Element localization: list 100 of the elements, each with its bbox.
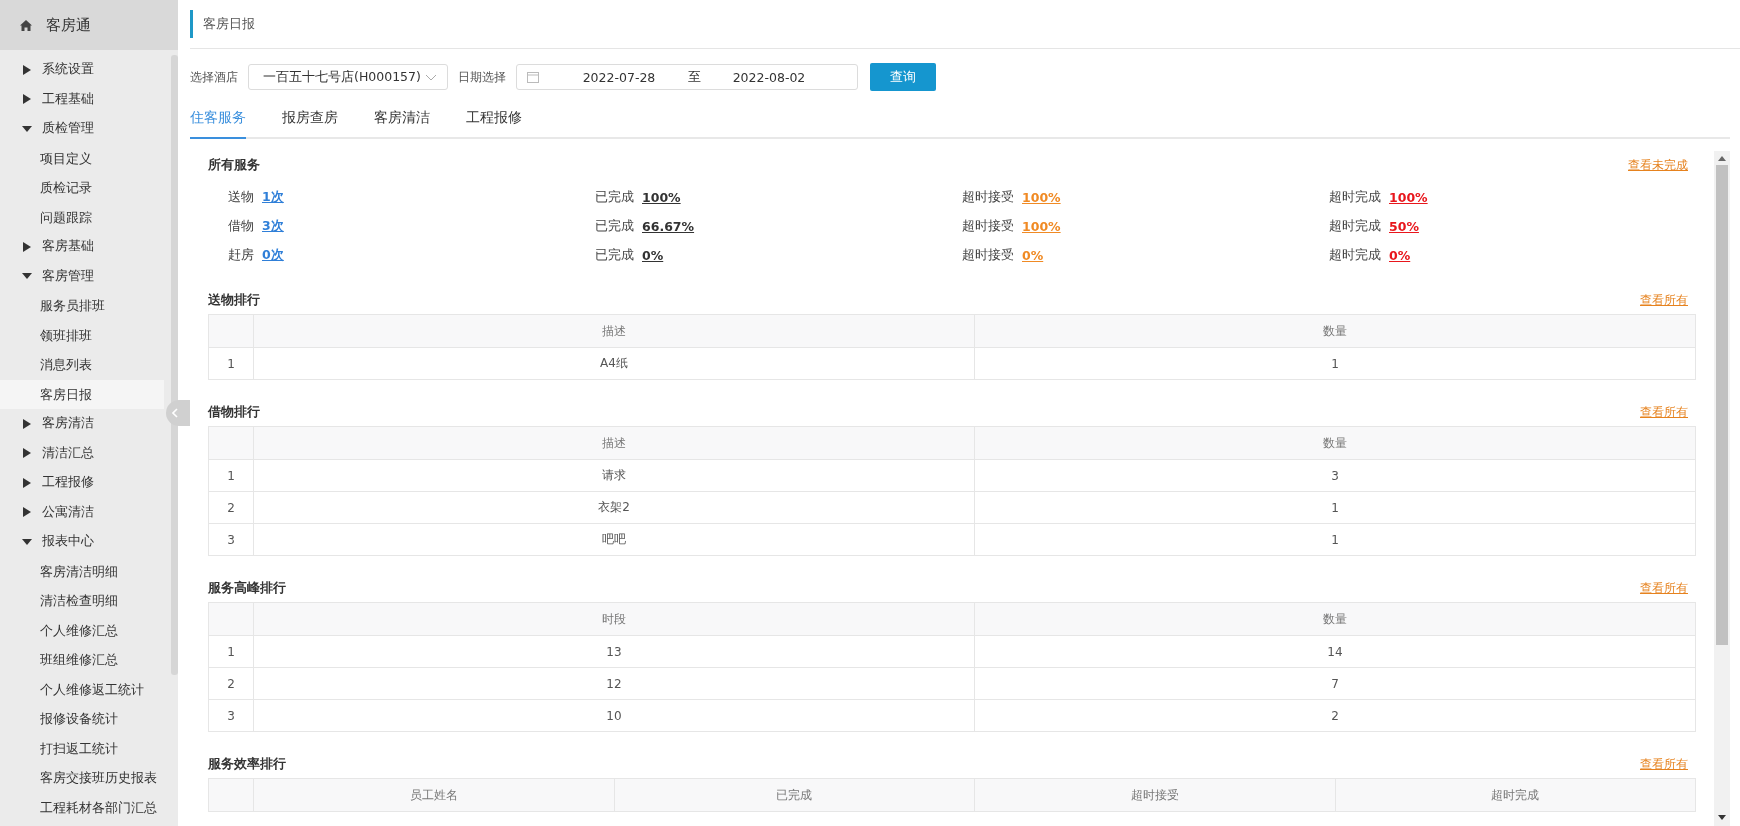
table-cell: 3 [208, 523, 254, 556]
sidebar-item[interactable]: 质检记录 [0, 173, 164, 203]
sidebar-item[interactable]: 客房清洁明细 [0, 556, 164, 586]
caret-icon [22, 123, 32, 134]
percent-link[interactable]: 66.67% [642, 219, 695, 234]
sidebar-item[interactable]: 客房交接班历史报表 [0, 763, 164, 793]
tab[interactable]: 住客服务 [190, 101, 246, 139]
count-link[interactable]: 1次 [262, 189, 284, 206]
table-cell: 2 [974, 699, 1696, 732]
stat-label: 借物 [228, 218, 254, 235]
stat-label: 超时完成 [1329, 189, 1381, 206]
table-header: 超时接受 [974, 778, 1335, 812]
table-cell: 2 [208, 491, 254, 524]
stat-label: 已完成 [595, 218, 634, 235]
sidebar-item[interactable]: 报修设备统计 [0, 704, 164, 734]
sidebar-item[interactable]: 消息列表 [0, 350, 164, 380]
table-cell: 10 [253, 699, 975, 732]
table-header [208, 602, 254, 636]
hotel-select[interactable]: 一百五十七号店(H000157) [248, 64, 448, 90]
section-title: 服务效率排行 [208, 755, 286, 773]
tab[interactable]: 工程报修 [466, 101, 522, 137]
table-header: 员工姓名 [253, 778, 614, 812]
stat-label: 超时接受 [962, 218, 1014, 235]
table-header: 描述 [253, 314, 975, 348]
sidebar-group[interactable]: 清洁汇总 [0, 438, 164, 468]
sidebar-item[interactable]: 打扫返工统计 [0, 733, 164, 763]
home-icon [20, 19, 32, 31]
sidebar-item[interactable]: 个人维修返工统计 [0, 674, 164, 704]
percent-link[interactable]: 0% [1389, 248, 1411, 263]
sidebar-group[interactable]: 质检管理 [0, 114, 164, 144]
table-cell: 1 [208, 347, 254, 380]
sidebar-group[interactable]: 系统设置 [0, 55, 164, 85]
sidebar-item[interactable]: 服务员排班 [0, 291, 164, 321]
percent-link[interactable]: 0% [642, 248, 664, 263]
scrollbar[interactable] [1714, 151, 1730, 826]
app-title: 客房通 [46, 15, 91, 35]
table-header: 超时完成 [1335, 778, 1696, 812]
table-cell: 3 [208, 699, 254, 732]
table-cell: 7 [974, 667, 1696, 700]
percent-link[interactable]: 100% [642, 190, 681, 205]
sidebar-item[interactable]: 领班排班 [0, 320, 164, 350]
percent-link[interactable]: 100% [1389, 190, 1428, 205]
table-cell: 3 [974, 459, 1696, 492]
section-title: 送物排行 [208, 291, 260, 309]
table-cell: 衣架2 [253, 491, 975, 524]
sidebar-item[interactable]: 问题跟踪 [0, 202, 164, 232]
sidebar-group[interactable]: 公寓清洁 [0, 497, 164, 527]
table-header: 数量 [974, 314, 1696, 348]
table-header: 数量 [974, 426, 1696, 460]
sidebar-item[interactable]: 项目定义 [0, 143, 164, 173]
tab[interactable]: 报房查房 [282, 101, 338, 137]
caret-icon [22, 241, 32, 252]
arrow-up-icon [1718, 156, 1726, 161]
percent-link[interactable]: 50% [1389, 219, 1419, 234]
count-link[interactable]: 3次 [262, 218, 284, 235]
table-header: 时段 [253, 602, 975, 636]
stat-label: 赶房 [228, 247, 254, 264]
sidebar-group[interactable]: 报表中心 [0, 527, 164, 557]
collapse-handle[interactable] [166, 400, 190, 426]
stat-label: 超时完成 [1329, 218, 1381, 235]
table-header: 数量 [974, 602, 1696, 636]
stat-label: 超时接受 [962, 247, 1014, 264]
sidebar-item[interactable]: 班组维修汇总 [0, 645, 164, 675]
table-cell: 1 [974, 523, 1696, 556]
caret-icon [22, 507, 32, 518]
stat-label: 超时完成 [1329, 247, 1381, 264]
table-cell: 13 [253, 635, 975, 668]
table-header [208, 426, 254, 460]
scrollbar[interactable] [171, 55, 178, 675]
sidebar-group[interactable]: 客房清洁 [0, 409, 164, 439]
tab[interactable]: 客房清洁 [374, 101, 430, 137]
stat-label: 超时接受 [962, 189, 1014, 206]
table-cell: 14 [974, 635, 1696, 668]
sidebar-item[interactable]: 清洁检查明细 [0, 586, 164, 616]
sidebar-item[interactable]: 工程耗材各部门汇总 [0, 792, 164, 822]
count-link[interactable]: 0次 [262, 247, 284, 264]
sidebar-item[interactable]: 客房日报 [0, 379, 164, 409]
sidebar-group[interactable]: 工程基础 [0, 84, 164, 114]
table-cell: A4纸 [253, 347, 975, 380]
arrow-down-icon [1718, 815, 1726, 820]
sidebar-group[interactable]: 客房管理 [0, 261, 164, 291]
date-range-field[interactable]: 2022-07-28 至 2022-08-02 [516, 64, 858, 90]
calendar-icon [527, 71, 539, 83]
table-cell: 1 [974, 491, 1696, 524]
caret-icon [22, 94, 32, 105]
date-label: 日期选择 [458, 68, 506, 86]
chevron-down-icon [425, 73, 437, 81]
chevron-left-icon [172, 408, 178, 418]
sidebar-group[interactable]: 工程报修 [0, 468, 164, 498]
sidebar-item[interactable]: 个人维修汇总 [0, 615, 164, 645]
section-title: 所有服务 [208, 156, 260, 174]
table-cell: 1 [208, 459, 254, 492]
table-cell: 12 [253, 667, 975, 700]
caret-icon [22, 477, 32, 488]
sidebar-group[interactable]: 客房基础 [0, 232, 164, 262]
stat-label: 送物 [228, 189, 254, 206]
caret-icon [22, 536, 32, 547]
table-header: 描述 [253, 426, 975, 460]
caret-icon [22, 64, 32, 75]
table-cell: 2 [208, 667, 254, 700]
